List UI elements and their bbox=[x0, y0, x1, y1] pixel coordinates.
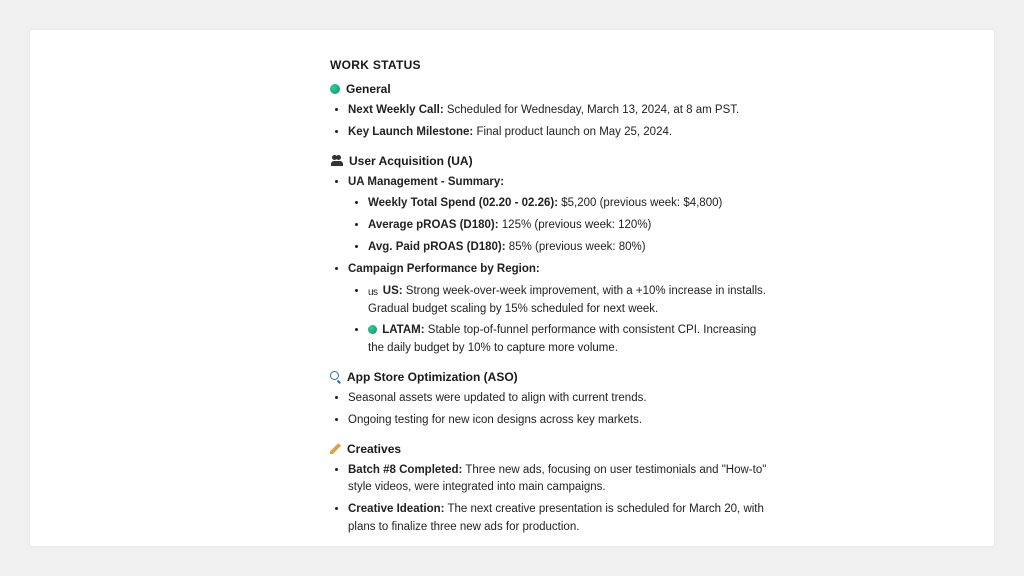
document-content: WORK STATUS General Next Weekly Call: Sc… bbox=[330, 58, 770, 537]
list-item: Next Weekly Call: Scheduled for Wednesda… bbox=[348, 102, 770, 120]
section-ua-head: User Acquisition (UA) bbox=[330, 154, 770, 168]
item-text: 125% (previous week: 120%) bbox=[499, 219, 652, 231]
item-label: Average pROAS (D180): bbox=[368, 219, 499, 231]
document-card: WORK STATUS General Next Weekly Call: Sc… bbox=[30, 30, 994, 546]
item-text: Scheduled for Wednesday, March 13, 2024,… bbox=[444, 104, 740, 116]
item-label: Key Launch Milestone: bbox=[348, 126, 473, 138]
list-item: Creative Ideation: The next creative pre… bbox=[348, 501, 770, 537]
section-aso-label: App Store Optimization (ASO) bbox=[347, 370, 518, 384]
aso-list: Seasonal assets were updated to align wi… bbox=[330, 390, 770, 430]
ua-summary-list: Weekly Total Spend (02.20 - 02.26): $5,2… bbox=[348, 195, 770, 256]
list-item: us US: Strong week-over-week improvement… bbox=[368, 283, 770, 319]
section-creatives-head: Creatives bbox=[330, 442, 770, 456]
us-flag-icon: us bbox=[368, 285, 378, 301]
ua-summary-label: UA Management - Summary: bbox=[348, 176, 504, 188]
page-title: WORK STATUS bbox=[330, 58, 770, 72]
item-text: Strong week-over-week improvement, with … bbox=[368, 285, 766, 315]
item-label: Creative Ideation: bbox=[348, 503, 445, 515]
section-aso-head: App Store Optimization (ASO) bbox=[330, 370, 770, 384]
green-dot-icon bbox=[368, 325, 377, 334]
section-ua-label: User Acquisition (UA) bbox=[349, 154, 473, 168]
ua-region-label: Campaign Performance by Region: bbox=[348, 263, 540, 275]
list-item: Weekly Total Spend (02.20 - 02.26): $5,2… bbox=[368, 195, 770, 213]
item-label: Avg. Paid pROAS (D180): bbox=[368, 241, 506, 253]
green-dot-icon bbox=[330, 84, 340, 94]
item-label: Weekly Total Spend (02.20 - 02.26): bbox=[368, 197, 558, 209]
list-item: Batch #8 Completed: Three new ads, focus… bbox=[348, 462, 770, 498]
section-creatives-label: Creatives bbox=[347, 442, 401, 456]
list-item: Average pROAS (D180): 125% (previous wee… bbox=[368, 217, 770, 235]
item-text: 85% (previous week: 80%) bbox=[506, 241, 646, 253]
item-text: Final product launch on May 25, 2024. bbox=[473, 126, 672, 138]
ua-region-list: us US: Strong week-over-week improvement… bbox=[348, 283, 770, 358]
list-item: Ongoing testing for new icon designs acr… bbox=[348, 412, 770, 430]
item-text: $5,200 (previous week: $4,800) bbox=[558, 197, 722, 209]
general-list: Next Weekly Call: Scheduled for Wednesda… bbox=[330, 102, 770, 142]
item-label: Batch #8 Completed: bbox=[348, 464, 462, 476]
magnifier-icon bbox=[330, 371, 341, 382]
section-general-label: General bbox=[346, 82, 391, 96]
list-item: Campaign Performance by Region: us US: S… bbox=[348, 261, 770, 358]
item-text: Stable top-of-funnel performance with co… bbox=[368, 324, 756, 354]
pencil-icon bbox=[330, 443, 341, 454]
list-item: UA Management - Summary: Weekly Total Sp… bbox=[348, 174, 770, 257]
ua-list: UA Management - Summary: Weekly Total Sp… bbox=[330, 174, 770, 358]
item-label: LATAM: bbox=[382, 324, 424, 336]
list-item: Avg. Paid pROAS (D180): 85% (previous we… bbox=[368, 239, 770, 257]
list-item: Key Launch Milestone: Final product laun… bbox=[348, 124, 770, 142]
section-general-head: General bbox=[330, 82, 770, 96]
people-icon bbox=[330, 155, 343, 166]
list-item: Seasonal assets were updated to align wi… bbox=[348, 390, 770, 408]
creatives-list: Batch #8 Completed: Three new ads, focus… bbox=[330, 462, 770, 537]
item-label: US: bbox=[383, 285, 403, 297]
item-label: Next Weekly Call: bbox=[348, 104, 444, 116]
list-item: LATAM: Stable top-of-funnel performance … bbox=[368, 322, 770, 358]
